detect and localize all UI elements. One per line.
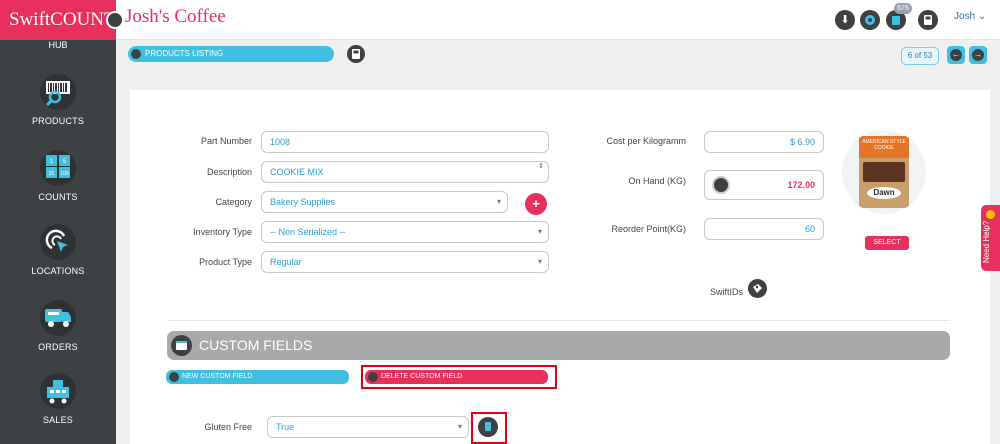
download-icon[interactable]: ⬇ [835, 10, 855, 30]
on-hand-label: On Hand (KG) [628, 176, 686, 186]
gluten-free-select[interactable]: True [267, 416, 469, 438]
svg-text:100: 100 [60, 171, 69, 177]
inventory-type-select[interactable]: -- Non Serialized -- [261, 221, 549, 243]
part-number-label: Part Number [200, 136, 252, 146]
app-logo[interactable]: SwiftCOUNT [0, 0, 116, 40]
description-value: COOKIE MIX [270, 167, 324, 177]
sidebar-item-label: ORDERS [38, 342, 78, 352]
user-name: Josh [954, 11, 976, 22]
section-divider [167, 320, 950, 321]
sidebar-hub-label[interactable]: HUB [0, 40, 116, 50]
cost-label: Cost per Kilogramm [606, 136, 686, 146]
sidebar-item-label: LOCATIONS [31, 266, 85, 276]
highlight-box [361, 365, 557, 389]
arrow-right-icon: → [972, 49, 984, 61]
category-label: Category [215, 197, 252, 207]
user-menu[interactable]: Josh ⌄ [954, 11, 986, 22]
product-detail-card: Part Number 1008 Description COOKIE MIX … [130, 90, 990, 444]
next-button[interactable]: → [969, 46, 987, 64]
save-icon[interactable] [918, 10, 938, 30]
arrow-left-icon: ← [950, 49, 962, 61]
notification-badge: 676 [894, 3, 912, 14]
chevron-down-icon: ⌄ [977, 11, 987, 22]
sidebar-item-orders[interactable]: ORDERS [0, 300, 116, 352]
gluten-free-label: Gluten Free [204, 422, 252, 432]
sidebar-item-products[interactable]: PRODUCTS [0, 74, 116, 126]
cookie-photo [863, 162, 905, 182]
previous-button[interactable]: ← [947, 46, 965, 64]
description-label: Description [206, 167, 252, 177]
on-hand-value: 172.00 [787, 180, 815, 190]
product-type-label: Product Type [199, 257, 252, 267]
settings-icon[interactable] [860, 10, 880, 30]
reorder-point-field[interactable]: 60 [704, 218, 824, 240]
breadcrumb-label: PRODUCTS LISTING [145, 49, 224, 58]
new-custom-field-button[interactable]: NEW CUSTOM FIELD [166, 370, 349, 384]
custom-fields-icon [171, 335, 192, 356]
category-select[interactable]: Bakery Supplies [261, 191, 508, 213]
add-category-button[interactable]: + [525, 193, 547, 215]
sidebar-item-label: PRODUCTS [31, 116, 85, 126]
swift-locator-icon[interactable] [712, 176, 730, 194]
sidebar-item-counts[interactable]: 1 5 25 100 COUNTS [0, 150, 116, 202]
svg-text:25: 25 [49, 171, 55, 177]
on-hand-field[interactable]: 172.00 [704, 170, 824, 200]
location-pointer-icon [40, 224, 76, 260]
sidebar-item-label: COUNTS [38, 192, 78, 202]
barcode-search-icon [40, 74, 76, 110]
product-package: AMERICAN STYLE COOKIE Dawn [859, 136, 909, 208]
breadcrumb-products-listing[interactable]: PRODUCTS LISTING [128, 46, 334, 62]
product-image: AMERICAN STYLE COOKIE Dawn [842, 130, 926, 214]
swiftids-label: SwiftIDs [710, 287, 744, 297]
delivery-truck-icon [40, 300, 76, 336]
sidebar-item-sales[interactable]: SALES [0, 373, 116, 425]
save-product-button[interactable] [347, 45, 365, 63]
pager-indicator: 6 of 53 [901, 47, 939, 65]
inventory-type-label: Inventory Type [193, 227, 252, 237]
part-number-field[interactable]: 1008 [261, 131, 549, 153]
resize-handle-icon[interactable]: ⇕ [538, 163, 544, 171]
select-image-button[interactable]: SELECT [865, 236, 909, 250]
need-help-label: Need Help? [982, 220, 991, 263]
add-icon [169, 372, 179, 382]
back-arrow-icon [131, 49, 141, 59]
brand-logo: Dawn [867, 187, 901, 199]
cost-field[interactable]: $ 6.90 [704, 131, 824, 153]
sidebar-item-label: SALES [42, 415, 74, 425]
sidebar-item-locations[interactable]: LOCATIONS [0, 224, 116, 276]
menu-toggle-icon[interactable] [106, 11, 124, 29]
highlight-box [471, 412, 507, 444]
help-icon [986, 210, 995, 219]
need-help-tab[interactable]: Need Help? [981, 205, 1000, 271]
package-label: AMERICAN STYLE COOKIE [859, 136, 909, 158]
reorder-point-label: Reorder Point(KG) [611, 224, 686, 234]
custom-fields-title: CUSTOM FIELDS [199, 337, 313, 353]
description-field[interactable]: COOKIE MIX ⇕ [261, 161, 549, 183]
new-custom-field-label: NEW CUSTOM FIELD [182, 373, 253, 380]
top-header: Josh's Coffee ⬇ 676 Josh ⌄ [106, 0, 1000, 40]
tag-icon[interactable] [748, 279, 767, 298]
count-grid-icon: 1 5 25 100 [40, 150, 76, 186]
custom-fields-header: CUSTOM FIELDS [167, 331, 950, 360]
sales-cart-icon [40, 373, 76, 409]
page-title: Josh's Coffee [125, 6, 226, 27]
product-type-select[interactable]: Regular [261, 251, 549, 273]
sidebar: SwiftCOUNT HUB PRODUCTS 1 5 25 100 COUNTS L… [0, 0, 116, 444]
